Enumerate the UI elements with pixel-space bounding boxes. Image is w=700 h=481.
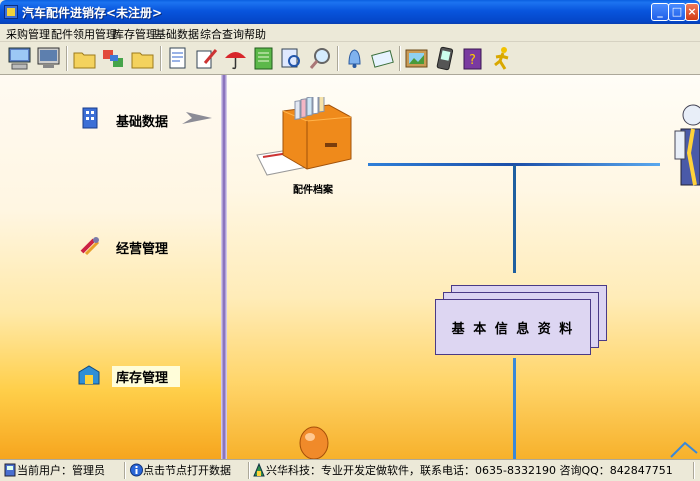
basic-info-box[interactable]: 基 本 信 息 资 料	[435, 299, 591, 355]
user-icon	[4, 463, 16, 477]
umbrella-icon[interactable]	[222, 45, 249, 72]
toolbar-separator	[399, 46, 401, 71]
menu-inventory[interactable]: 库存管理	[113, 26, 157, 42]
menu-purchase[interactable]: 采购管理	[6, 26, 50, 42]
current-user: 当前用户：管理员	[17, 464, 105, 477]
runner-icon[interactable]	[489, 45, 516, 72]
person-icon[interactable]	[673, 103, 700, 193]
menu-help[interactable]: 帮助	[244, 26, 266, 42]
warehouse-icon	[78, 365, 100, 385]
window-title: 汽车配件进销存<未注册>	[22, 6, 163, 20]
document-icon[interactable]	[164, 45, 191, 72]
folder-icon[interactable]	[129, 45, 156, 72]
pda-icon[interactable]	[431, 45, 458, 72]
minimize-button[interactable]: _	[651, 3, 669, 21]
user-avatar-icon	[299, 426, 329, 459]
hint-text: 点击节点打开数据	[143, 464, 231, 477]
toolbar-separator	[337, 46, 339, 71]
menu-bar: 采购管理 配件领用管理 库存管理 基础数据 综合查询 帮助	[0, 24, 700, 42]
arrow-right-icon	[182, 112, 212, 124]
info-icon	[130, 463, 143, 477]
content-panel: 配件档案 基 本 信 息 资 料	[227, 75, 700, 459]
nav-label: 基础数据	[116, 115, 169, 130]
toolbar-separator	[160, 46, 162, 71]
app-icon[interactable]	[4, 5, 18, 19]
edit-icon[interactable]	[193, 45, 220, 72]
monitor-icon[interactable]	[35, 45, 62, 72]
parts-archive-node[interactable]: 配件档案	[255, 97, 355, 197]
nav-label: 库存管理	[112, 366, 180, 387]
file-cabinet-icon	[256, 97, 352, 176]
nav-panel: 基础数据 经营管理 库存管理	[0, 75, 221, 459]
magnifier-icon[interactable]	[307, 45, 334, 72]
tools-icon	[80, 237, 100, 256]
bell-icon[interactable]	[341, 45, 368, 72]
building-icon	[82, 107, 98, 129]
help-book-icon[interactable]: ?	[459, 45, 486, 72]
swap-icon[interactable]	[100, 45, 127, 72]
parts-archive-label: 配件档案	[293, 185, 333, 196]
notebook-icon[interactable]	[250, 45, 277, 72]
menu-parts-usage[interactable]: 配件领用管理	[51, 26, 117, 42]
title-bar[interactable]: 汽车配件进销存<未注册> _ □ ×	[0, 0, 700, 24]
envelope-icon[interactable]	[369, 45, 396, 72]
close-button[interactable]: ×	[685, 3, 699, 21]
status-bar: 当前用户：管理员 点击节点打开数据 兴华科技：专业开发定做软件，联系电话：063…	[0, 459, 700, 481]
svg-text:?: ?	[469, 53, 476, 68]
maximize-button[interactable]: □	[668, 3, 686, 21]
menu-basic-data[interactable]: 基础数据	[155, 26, 199, 42]
connector-line	[513, 358, 516, 459]
menu-query[interactable]: 综合查询	[200, 26, 244, 42]
toolbar-separator	[66, 46, 68, 71]
company-info: 兴华科技：专业开发定做软件，联系电话：0635-8332190 咨询QQ：842…	[266, 464, 673, 477]
picture-icon[interactable]	[403, 45, 430, 72]
nav-label: 经营管理	[116, 242, 169, 257]
computer-icon[interactable]	[6, 45, 33, 72]
folder-icon[interactable]	[71, 45, 98, 72]
status-separator	[693, 462, 695, 479]
connector-line	[513, 165, 516, 273]
decor-icon	[670, 441, 698, 458]
search-doc-icon[interactable]	[278, 45, 305, 72]
toolbar: ?	[0, 42, 700, 75]
company-icon	[253, 463, 265, 477]
status-separator	[124, 462, 126, 479]
status-separator	[248, 462, 250, 479]
